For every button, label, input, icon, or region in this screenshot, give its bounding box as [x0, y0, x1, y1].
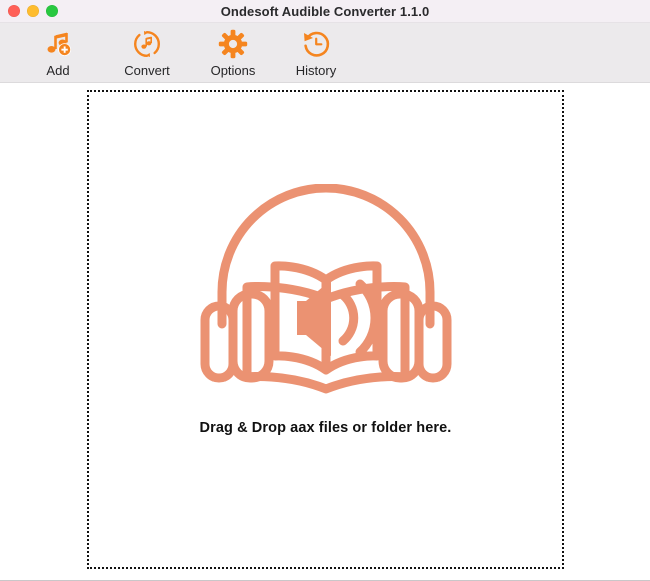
audiobook-headphones-icon — [200, 183, 452, 403]
options-button-label: Options — [210, 63, 256, 78]
app-window: Ondesoft Audible Converter 1.1.0 Add Con… — [0, 0, 650, 581]
toolbar: Add Convert Options History — [0, 23, 650, 83]
options-button[interactable]: Options — [203, 24, 263, 82]
maximize-window-button[interactable] — [46, 5, 58, 17]
history-button[interactable]: History — [286, 24, 346, 82]
window-title: Ondesoft Audible Converter 1.1.0 — [220, 3, 430, 19]
title-bar: Ondesoft Audible Converter 1.1.0 — [0, 0, 650, 23]
convert-button[interactable]: Convert — [117, 24, 177, 82]
convert-refresh-icon — [132, 29, 162, 59]
file-dropzone[interactable]: Drag & Drop aax files or folder here. — [87, 90, 564, 569]
add-button[interactable]: Add — [28, 24, 88, 82]
history-button-label: History — [295, 63, 337, 78]
gear-icon — [218, 29, 248, 59]
traffic-lights — [8, 0, 58, 22]
convert-button-label: Convert — [124, 63, 170, 78]
music-note-add-icon — [43, 29, 73, 59]
close-window-button[interactable] — [8, 5, 20, 17]
clock-history-icon — [301, 29, 331, 59]
add-button-label: Add — [46, 63, 70, 78]
minimize-window-button[interactable] — [27, 5, 39, 17]
content-area: Drag & Drop aax files or folder here. — [0, 83, 650, 580]
dropzone-message: Drag & Drop aax files or folder here. — [199, 420, 452, 436]
